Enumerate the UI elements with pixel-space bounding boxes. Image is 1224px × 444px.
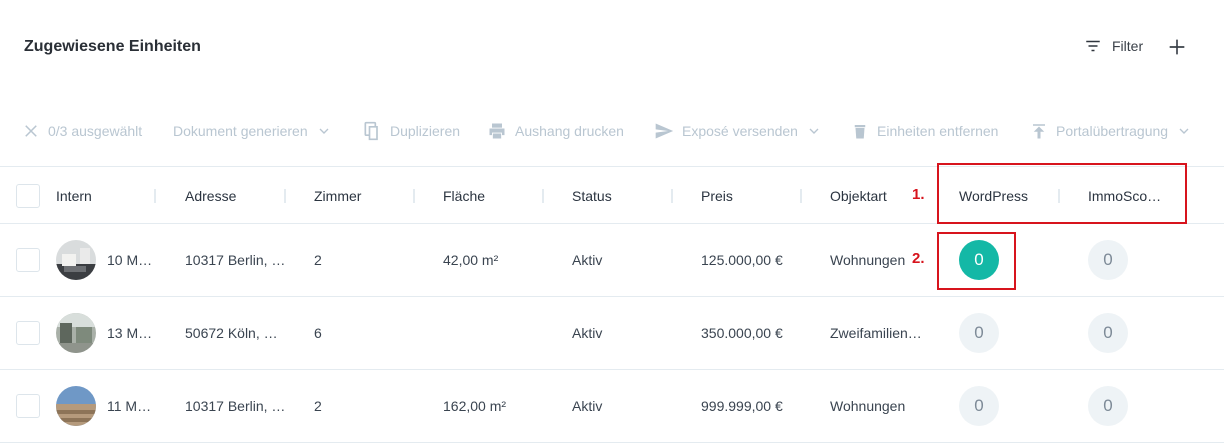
selection-count: 0/3 ausgewählt — [48, 123, 143, 139]
duplicate-label: Duplizieren — [390, 123, 461, 139]
annotation-marker-2: 2. — [912, 250, 925, 267]
send-expose-label: Exposé versenden — [682, 123, 798, 139]
column-header-rooms[interactable]: Zimmer — [314, 167, 361, 225]
annotation-box-columns — [937, 163, 1187, 224]
clear-selection-button[interactable]: 0/3 ausgewählt — [22, 112, 142, 150]
cell-address: 10317 Berlin, … — [185, 252, 286, 268]
copy-icon — [364, 121, 378, 141]
bulk-action-toolbar: 0/3 ausgewählt Dokument generieren Dupli… — [0, 112, 1224, 150]
cell-price: 350.000,00 € — [701, 325, 783, 341]
cell-intern: 10 M… — [107, 252, 153, 268]
portal-transfer-button[interactable]: Portalübertragung — [1030, 112, 1192, 150]
print-notice-button[interactable]: Aushang drucken — [487, 112, 624, 150]
trash-icon — [854, 125, 866, 139]
send-icon — [655, 123, 674, 139]
cell-rooms: 2 — [314, 252, 322, 268]
wordpress-status-toggle[interactable]: 0 — [959, 386, 999, 426]
row-checkbox[interactable] — [16, 321, 40, 345]
cell-address: 50672 Köln, … — [185, 325, 278, 341]
print-notice-label: Aushang drucken — [515, 123, 624, 139]
chevron-down-icon — [1179, 128, 1189, 134]
cell-type: Wohnungen — [830, 252, 906, 268]
printer-icon — [489, 123, 505, 139]
close-icon — [25, 125, 37, 137]
cell-area: 162,00 m² — [443, 398, 507, 414]
cell-status: Aktiv — [572, 252, 603, 268]
table-row[interactable]: 13 M… 50672 Köln, … 6 Aktiv 350.000,00 €… — [0, 297, 1224, 370]
cell-status: Aktiv — [572, 398, 603, 414]
cell-intern: 13 M… — [107, 325, 153, 341]
filter-button[interactable]: Filter — [1084, 37, 1143, 55]
unit-thumbnail — [56, 313, 96, 353]
remove-units-label: Einheiten entfernen — [877, 123, 999, 139]
portal-transfer-label: Portalübertragung — [1056, 123, 1169, 139]
cell-status: Aktiv — [572, 325, 603, 341]
row-checkbox[interactable] — [16, 248, 40, 272]
table-row[interactable]: 11 M… 10317 Berlin, … 2 162,00 m² Aktiv … — [0, 370, 1224, 443]
cell-area: 42,00 m² — [443, 252, 499, 268]
column-resizer[interactable] — [542, 189, 544, 203]
cell-type: Zweifamilien… — [830, 325, 922, 341]
column-header-intern[interactable]: Intern — [56, 167, 92, 225]
add-icon[interactable] — [1166, 36, 1188, 58]
column-header-status[interactable]: Status — [572, 167, 612, 225]
immoscout-status-toggle[interactable]: 0 — [1088, 386, 1128, 426]
page-header: Zugewiesene Einheiten Filter — [0, 0, 1224, 96]
column-header-area[interactable]: Fläche — [443, 167, 485, 225]
cell-type: Wohnungen — [830, 398, 906, 414]
cell-rooms: 2 — [314, 398, 322, 414]
immoscout-status-toggle[interactable]: 0 — [1088, 313, 1128, 353]
generate-document-button[interactable]: Dokument generieren — [173, 112, 332, 150]
cell-price: 125.000,00 € — [701, 252, 783, 268]
cell-address: 10317 Berlin, … — [185, 398, 286, 414]
filter-icon — [1086, 40, 1100, 52]
column-header-price[interactable]: Preis — [701, 167, 733, 225]
annotation-marker-1: 1. — [912, 186, 925, 203]
filter-label: Filter — [1112, 38, 1144, 54]
column-header-type[interactable]: Objektart — [830, 167, 887, 225]
column-resizer[interactable] — [284, 189, 286, 203]
cell-price: 999.999,00 € — [701, 398, 783, 414]
duplicate-button[interactable]: Duplizieren — [362, 112, 460, 150]
cell-intern: 11 M… — [107, 398, 152, 414]
select-all-checkbox[interactable] — [16, 184, 40, 208]
unit-thumbnail — [56, 386, 96, 426]
column-resizer[interactable] — [154, 189, 156, 203]
wordpress-status-toggle[interactable]: 0 — [959, 313, 999, 353]
row-checkbox[interactable] — [16, 394, 40, 418]
table-row[interactable]: 10 M… 10317 Berlin, … 2 42,00 m² Aktiv 1… — [0, 224, 1224, 297]
column-header-address[interactable]: Adresse — [185, 167, 236, 225]
column-resizer[interactable] — [800, 189, 802, 203]
chevron-down-icon — [319, 128, 329, 134]
chevron-down-icon — [809, 128, 819, 134]
page-title: Zugewiesene Einheiten — [24, 38, 201, 55]
upload-icon — [1033, 124, 1045, 139]
generate-document-label: Dokument generieren — [173, 123, 308, 139]
unit-thumbnail — [56, 240, 96, 280]
immoscout-status-toggle[interactable]: 0 — [1088, 240, 1128, 280]
remove-units-button[interactable]: Einheiten entfernen — [851, 112, 998, 150]
column-resizer[interactable] — [413, 189, 415, 203]
column-resizer[interactable] — [671, 189, 673, 203]
annotation-box-toggle — [937, 232, 1016, 290]
send-expose-button[interactable]: Exposé versenden — [654, 112, 822, 150]
cell-rooms: 6 — [314, 325, 322, 341]
